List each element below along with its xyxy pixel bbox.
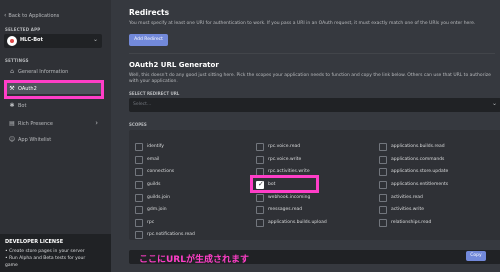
scope-checkbox[interactable] <box>256 143 264 151</box>
scope-checkbox[interactable] <box>379 143 387 151</box>
url-generator-description: Well, this doesn't do any good just sitt… <box>129 73 491 84</box>
add-redirect-button[interactable]: Add Redirect <box>129 34 168 46</box>
sidebar-item-general-information[interactable]: ⌂ General Information <box>4 66 104 77</box>
sidebar: ‹ Back to Applications SELECTED APP HLC-B… <box>0 0 111 272</box>
arrow-left-icon: ‹ <box>4 12 7 19</box>
sidebar-item-bot[interactable]: ✱ Bot <box>4 100 104 111</box>
selected-app-label: SELECTED APP <box>5 27 41 32</box>
main-content: Redirects You must specify at least one … <box>111 0 500 272</box>
developer-license-title: DEVELOPER LICENSE <box>5 239 64 245</box>
scope-checkbox[interactable] <box>379 194 387 202</box>
scope-checkbox[interactable] <box>135 231 143 239</box>
scope-checkbox[interactable] <box>379 219 387 227</box>
settings-label: SETTINGS <box>5 58 29 63</box>
scope-checkbox[interactable] <box>135 181 143 189</box>
app-avatar <box>7 36 17 46</box>
chevron-down-icon: ⌄ <box>92 36 98 43</box>
bot-highlight-annotation <box>250 175 319 193</box>
developer-license-line: • Run Alpha and Beta tests for your <box>5 256 86 261</box>
redirect-url-select[interactable]: Select... ⌄ <box>129 98 500 112</box>
scope-checkbox[interactable] <box>135 219 143 227</box>
select-redirect-label: SELECT REDIRECT URL <box>129 91 180 96</box>
scope-checkbox[interactable] <box>256 219 264 227</box>
chevron-right-icon: › <box>95 119 98 127</box>
developer-license-card: DEVELOPER LICENSE • Create store pages i… <box>0 234 111 272</box>
house-icon: ⌂ <box>10 68 14 75</box>
document-icon: ▤ <box>9 120 15 127</box>
scope-checkbox[interactable] <box>135 206 143 214</box>
sidebar-item-rich-presence[interactable]: ▤ Rich Presence › <box>4 118 104 129</box>
puzzle-icon: ✱ <box>9 102 15 109</box>
developer-license-line: game <box>5 263 18 268</box>
scope-checkbox[interactable] <box>135 194 143 202</box>
oauth2-highlight-annotation <box>4 80 104 99</box>
scope-checkbox[interactable] <box>379 206 387 214</box>
scope-checkbox[interactable] <box>256 156 264 164</box>
chevron-down-icon: ⌄ <box>491 100 497 107</box>
redirects-description: You must specify at least one URI for au… <box>129 21 476 26</box>
scope-checkbox[interactable] <box>135 156 143 164</box>
person-icon: ☺ <box>8 136 16 143</box>
scope-checkbox[interactable] <box>135 168 143 176</box>
url-annotation-text: ここにURLが生成されます <box>139 255 249 265</box>
scope-checkbox[interactable] <box>135 143 143 151</box>
copy-button[interactable]: Copy <box>466 251 486 261</box>
back-to-applications-link[interactable]: ‹ Back to Applications <box>4 12 59 19</box>
scopes-label: SCOPES <box>129 122 147 127</box>
redirects-title: Redirects <box>129 8 170 17</box>
divider <box>129 53 495 54</box>
developer-license-line: • Create store pages in your server <box>5 249 85 254</box>
scope-checkbox[interactable] <box>379 168 387 176</box>
scope-checkbox[interactable] <box>379 156 387 164</box>
scope-checkbox[interactable] <box>256 194 264 202</box>
scope-checkbox[interactable] <box>256 206 264 214</box>
app-name: HLC-Bot <box>20 37 43 43</box>
app-selector[interactable]: HLC-Bot ⌄ <box>4 34 102 48</box>
scope-checkbox[interactable] <box>379 181 387 189</box>
url-generator-title: OAuth2 URL Generator <box>129 61 219 69</box>
sidebar-item-app-whitelist[interactable]: ☺ App Whitelist <box>4 134 104 145</box>
